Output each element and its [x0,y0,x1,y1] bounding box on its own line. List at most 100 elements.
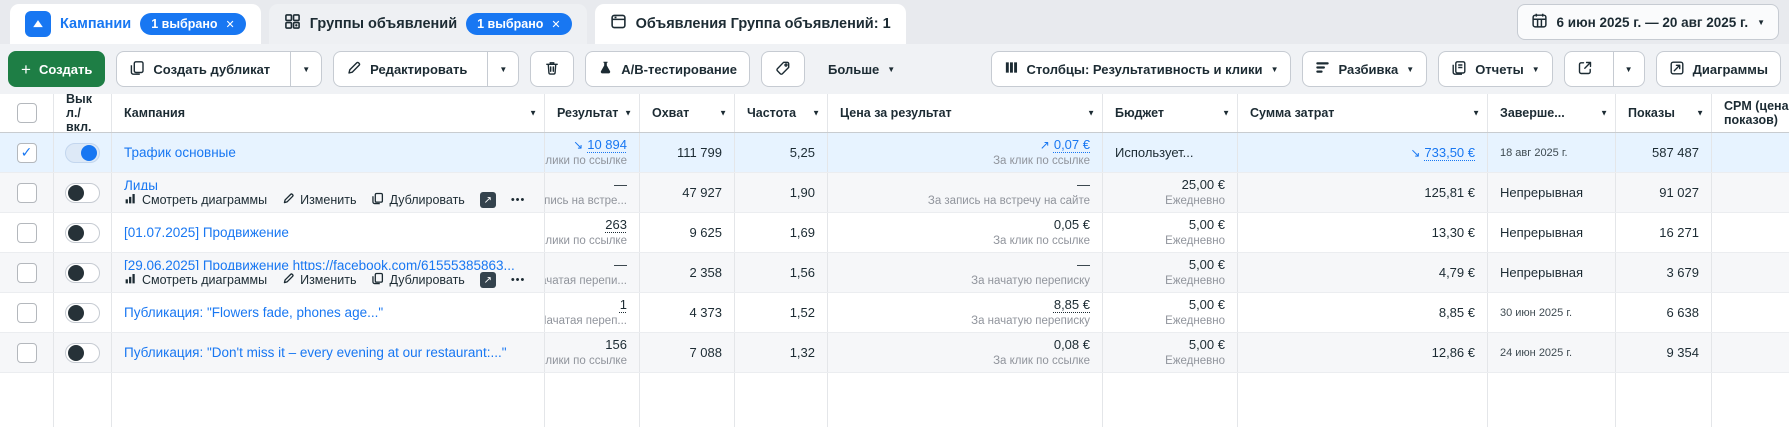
cost-per-result-cell: 0,05 €За клик по ссылке [828,213,1103,252]
header-campaign[interactable]: Кампания▼ [112,94,545,132]
campaign-name-link[interactable]: [29.06.2025] Продвижение https://faceboo… [124,257,532,270]
result-cell: —Запись на встре... [545,173,640,212]
result-value[interactable]: 263 [605,217,627,232]
tab-campaigns[interactable]: Кампании 1 выбрано ✕ [10,4,261,44]
sort-caret-icon[interactable]: ▼ [1696,109,1704,118]
breakdown-button[interactable]: Разбивка ▼ [1302,51,1427,87]
header-result[interactable]: Результат▼ [545,94,640,132]
campaign-cell: [29.06.2025] Продвижение https://faceboo… [112,253,545,292]
sort-caret-icon[interactable]: ▼ [1087,109,1095,118]
export-dropdown[interactable]: ▼ [1613,52,1644,86]
amount-spent-cell: 13,30 € [1238,213,1488,252]
header-cpm[interactable]: CPM (цена зпоказов) [1712,94,1789,132]
sort-caret-icon[interactable]: ▼ [1472,109,1480,118]
export-button[interactable] [1565,52,1605,86]
campaign-name-link[interactable]: Публикация: "Don't miss it – every eveni… [124,344,532,361]
cost-per-result-metric-label: За клик по ссылке [993,154,1090,168]
reports-button[interactable]: Отчеты ▼ [1438,51,1552,87]
sort-caret-icon[interactable]: ▼ [1600,109,1608,118]
pencil-icon [346,60,362,79]
header-cost-per-result[interactable]: Цена за результат▼ [828,94,1103,132]
chevron-down-icon: ▼ [499,65,507,74]
tab-ads[interactable]: Объявления Группа объявлений: 1 [595,4,906,44]
header-ends[interactable]: Заверше...▼ [1488,94,1616,132]
budget-value: 5,00 € [1189,257,1225,272]
tag-button[interactable] [761,51,805,87]
edit-row-action[interactable]: Изменить [282,192,356,208]
charts-button[interactable]: Диаграммы [1656,51,1781,87]
header-toggle: Выкл./вкл. [54,94,112,132]
row-checkbox[interactable] [17,223,37,243]
edit-row-action[interactable]: Изменить [282,272,356,288]
more-button[interactable]: Больше ▼ [816,51,907,87]
tab-ads-label: Объявления Группа объявлений: 1 [636,16,891,32]
more-options-icon[interactable]: ••• [511,194,526,206]
clear-selection-icon[interactable]: ✕ [551,18,560,31]
campaigns-icon [25,11,51,37]
row-checkbox[interactable] [17,183,37,203]
campaign-active-toggle[interactable] [65,183,100,203]
more-options-icon[interactable]: ••• [511,274,526,286]
header-budget[interactable]: Бюджет▼ [1103,94,1238,132]
campaign-active-toggle[interactable] [65,223,100,243]
duplicate-dropdown[interactable]: ▼ [290,52,321,86]
campaigns-selected-badge[interactable]: 1 выбрано ✕ [140,13,246,35]
budget-value: 5,00 € [1189,217,1225,232]
row-checkbox[interactable] [17,263,37,283]
ab-test-button[interactable]: A/B-тестирование [585,51,750,87]
amount-spent-cell: 4,79 € [1238,253,1488,292]
result-value[interactable]: 10 894 [587,137,627,152]
duplicate-button[interactable]: Создать дубликат [117,52,282,86]
sort-caret-icon[interactable]: ▼ [812,109,820,118]
create-button[interactable]: + Создать [8,51,105,87]
clear-selection-icon[interactable]: ✕ [226,18,235,31]
ends-cell: 18 авг 2025 г. [1488,133,1616,172]
row-checkbox[interactable] [17,343,37,363]
view-charts-action[interactable]: Смотреть диаграммы [124,272,267,288]
header-reach[interactable]: Охват▼ [640,94,735,132]
cost-per-result-value[interactable]: 0,07 € [1054,137,1090,152]
row-checkbox[interactable] [17,303,37,323]
campaign-active-toggle[interactable] [65,343,100,363]
result-value[interactable]: 1 [620,297,627,312]
cost-per-result-value[interactable]: 8,85 € [1054,297,1090,312]
sort-caret-icon[interactable]: ▼ [1222,109,1230,118]
budget-value: 5,00 € [1189,297,1225,312]
header-frequency[interactable]: Частота▼ [735,94,828,132]
columns-button[interactable]: Столбцы: Результативность и клики ▼ [991,51,1292,87]
campaign-name-link[interactable]: [01.07.2025] Продвижение [124,224,532,241]
duplicate-row-action[interactable]: Дублировать [371,192,464,208]
duplicate-row-action[interactable]: Дублировать [371,272,464,288]
header-amount-spent[interactable]: Сумма затрат▼ [1238,94,1488,132]
header-select-all[interactable] [0,94,54,132]
campaign-active-toggle[interactable] [65,263,100,283]
amount-spent-value: 8,85 € [1439,305,1475,320]
sort-caret-icon[interactable]: ▼ [624,109,632,118]
ends-value: 18 авг 2025 г. [1500,145,1603,161]
date-range-button[interactable]: 6 июн 2025 г. — 20 авг 2025 г. ▼ [1517,4,1779,40]
row-checkbox[interactable]: ✓ [17,143,37,163]
tab-adsets[interactable]: Группы объявлений 1 выбрано ✕ [269,4,587,44]
ends-cell: Непрерывная [1488,253,1616,292]
edit-button[interactable]: Редактировать [334,52,479,86]
open-in-new-icon[interactable]: ↗ [480,192,496,208]
header-impressions[interactable]: Показы▼ [1616,94,1712,132]
frequency-cell: 1,90 [735,173,828,212]
campaign-name-link[interactable]: Лиды [124,177,532,190]
campaign-name-link[interactable]: Публикация: "Flowers fade, phones age...… [124,304,532,321]
sort-caret-icon[interactable]: ▼ [529,109,537,118]
open-in-new-icon[interactable]: ↗ [480,272,496,288]
view-charts-action[interactable]: Смотреть диаграммы [124,192,267,208]
sort-caret-icon[interactable]: ▼ [719,109,727,118]
amount-spent-value: 13,30 € [1432,225,1475,240]
delete-button[interactable] [530,51,574,87]
campaign-active-toggle[interactable] [65,143,100,163]
edit-dropdown[interactable]: ▼ [487,52,518,86]
select-all-checkbox[interactable] [17,103,37,123]
view-charts-label: Смотреть диаграммы [142,273,267,287]
campaign-active-toggle[interactable] [65,303,100,323]
campaign-name-link[interactable]: Трафик основные [124,144,532,161]
adsets-selected-badge[interactable]: 1 выбрано ✕ [466,13,572,35]
plus-icon: + [21,61,31,78]
amount-spent-value[interactable]: 733,50 € [1424,145,1475,160]
